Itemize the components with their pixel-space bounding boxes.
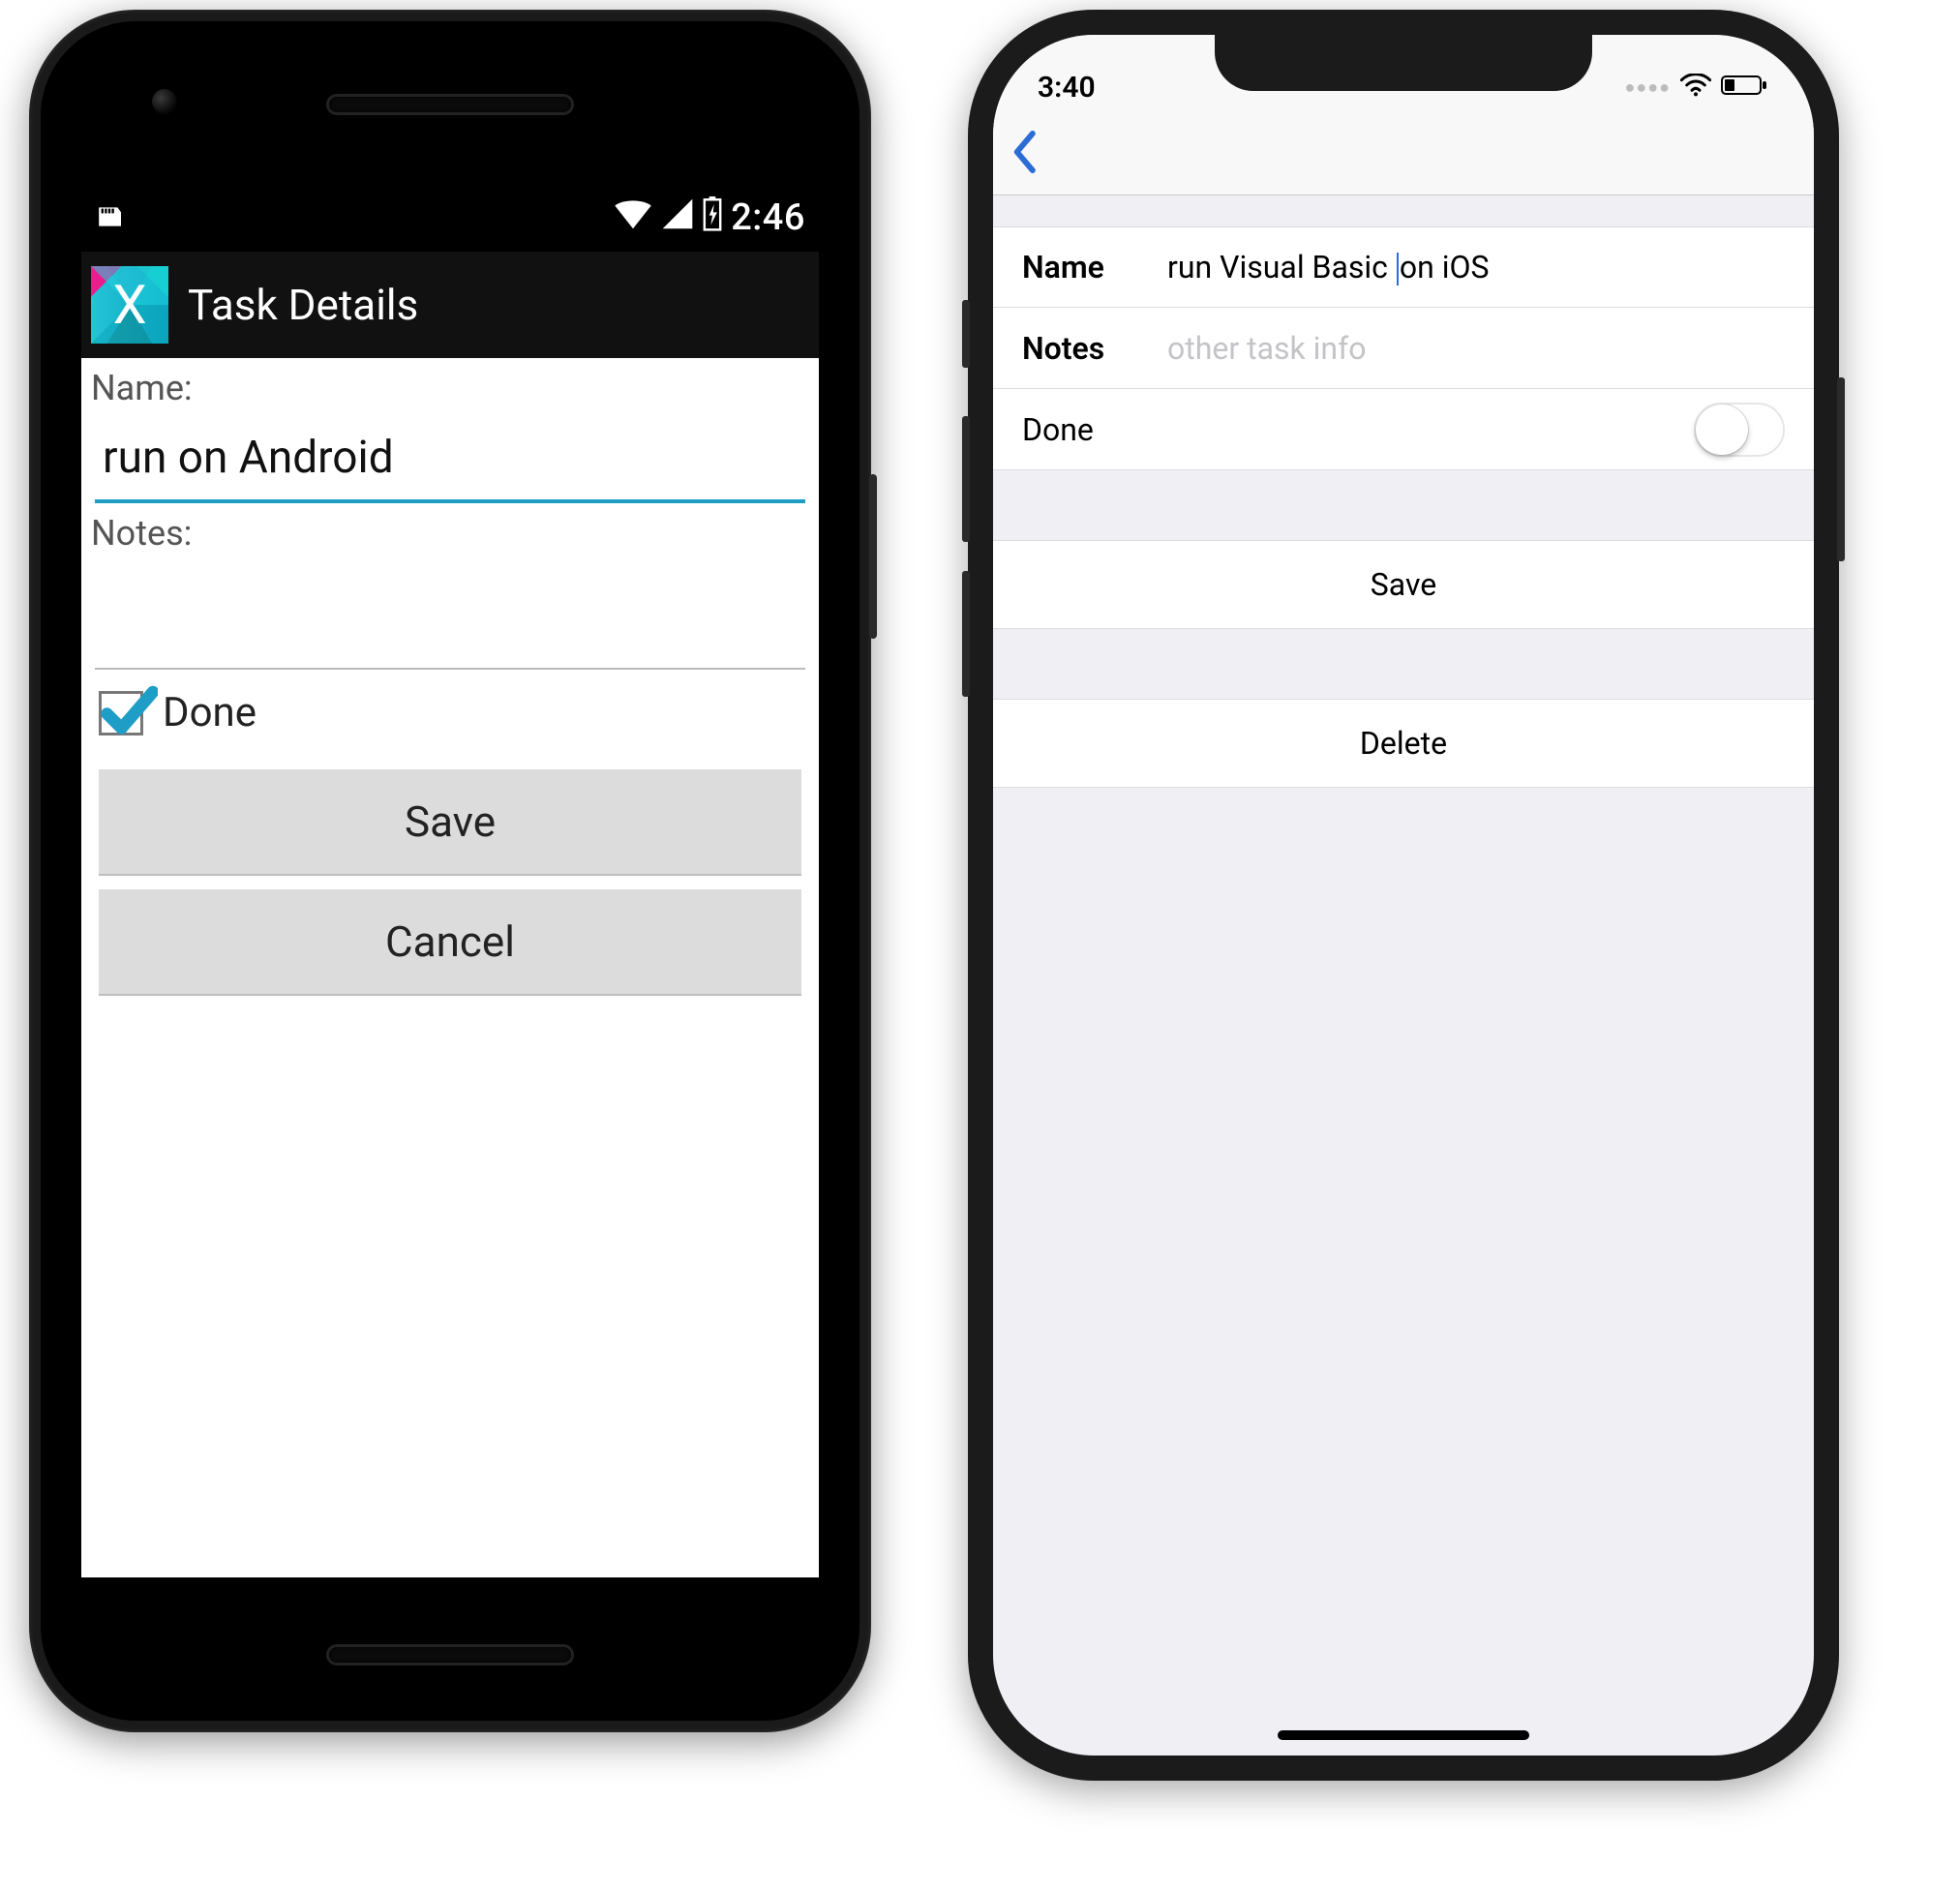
android-earpiece [329, 97, 571, 112]
app-logo-icon [91, 266, 168, 344]
notes-input[interactable] [95, 557, 805, 670]
screen-title: Task Details [188, 280, 418, 330]
cell-signal-icon: ●●●● [1625, 77, 1672, 98]
name-label: Name: [87, 358, 813, 412]
text-cursor [1397, 253, 1399, 285]
status-clock: 2:46 [731, 196, 805, 239]
name-label: Name [1022, 249, 1167, 285]
notes-label: Notes [1022, 330, 1167, 367]
cell-signal-icon [661, 197, 694, 239]
notes-input[interactable] [1167, 330, 1785, 367]
done-checkbox[interactable] [99, 691, 143, 735]
done-switch[interactable] [1694, 403, 1785, 457]
done-row: Done [87, 670, 813, 756]
android-power-button [869, 474, 877, 639]
ios-nav-bar [993, 112, 1814, 195]
status-clock: 3:40 [1038, 71, 1096, 105]
wifi-icon [1680, 71, 1711, 105]
android-bottom-speaker [329, 1647, 571, 1663]
android-form: Name: Notes: Done Save Cancel [81, 358, 819, 996]
iphone-side-button [1837, 377, 1845, 561]
iphone-device-frame: 3:40 ●●●● [968, 10, 1839, 1781]
iphone-home-indicator[interactable] [1278, 1730, 1529, 1740]
save-button[interactable]: Save [99, 769, 801, 876]
iphone-screen: 3:40 ●●●● [993, 35, 1814, 1756]
done-label: Done [1022, 411, 1094, 448]
back-button[interactable] [1010, 131, 1043, 177]
android-app-bar: Task Details [81, 252, 819, 358]
iphone-mute-switch [962, 300, 970, 368]
android-screen: 2:46 Task Details Name: Notes: [81, 184, 819, 1577]
iphone-notch [1215, 35, 1592, 91]
save-button[interactable]: Save [993, 540, 1814, 629]
name-input[interactable]: run Visual Basic on iOS [1167, 249, 1785, 286]
android-status-bar: 2:46 [81, 184, 819, 252]
wifi-icon [613, 197, 653, 239]
battery-icon [1721, 71, 1769, 105]
delete-button[interactable]: Delete [993, 699, 1814, 788]
ios-form: Name run Visual Basic on iOS Notes Done … [993, 195, 1814, 788]
android-device-body: 2:46 Task Details Name: Notes: [41, 21, 859, 1721]
iphone-volume-up [962, 416, 970, 542]
name-row: Name run Visual Basic on iOS [993, 226, 1814, 308]
cancel-button[interactable]: Cancel [99, 889, 801, 996]
iphone-volume-down [962, 571, 970, 697]
android-front-camera [152, 89, 177, 114]
android-device-frame: 2:46 Task Details Name: Notes: [29, 10, 871, 1732]
notes-label: Notes: [87, 503, 813, 557]
done-label: Done [163, 689, 256, 736]
name-input[interactable] [95, 412, 805, 503]
done-row: Done [993, 389, 1814, 470]
notes-row: Notes [993, 308, 1814, 389]
sd-card-icon [95, 198, 124, 237]
battery-charging-icon [702, 196, 723, 240]
